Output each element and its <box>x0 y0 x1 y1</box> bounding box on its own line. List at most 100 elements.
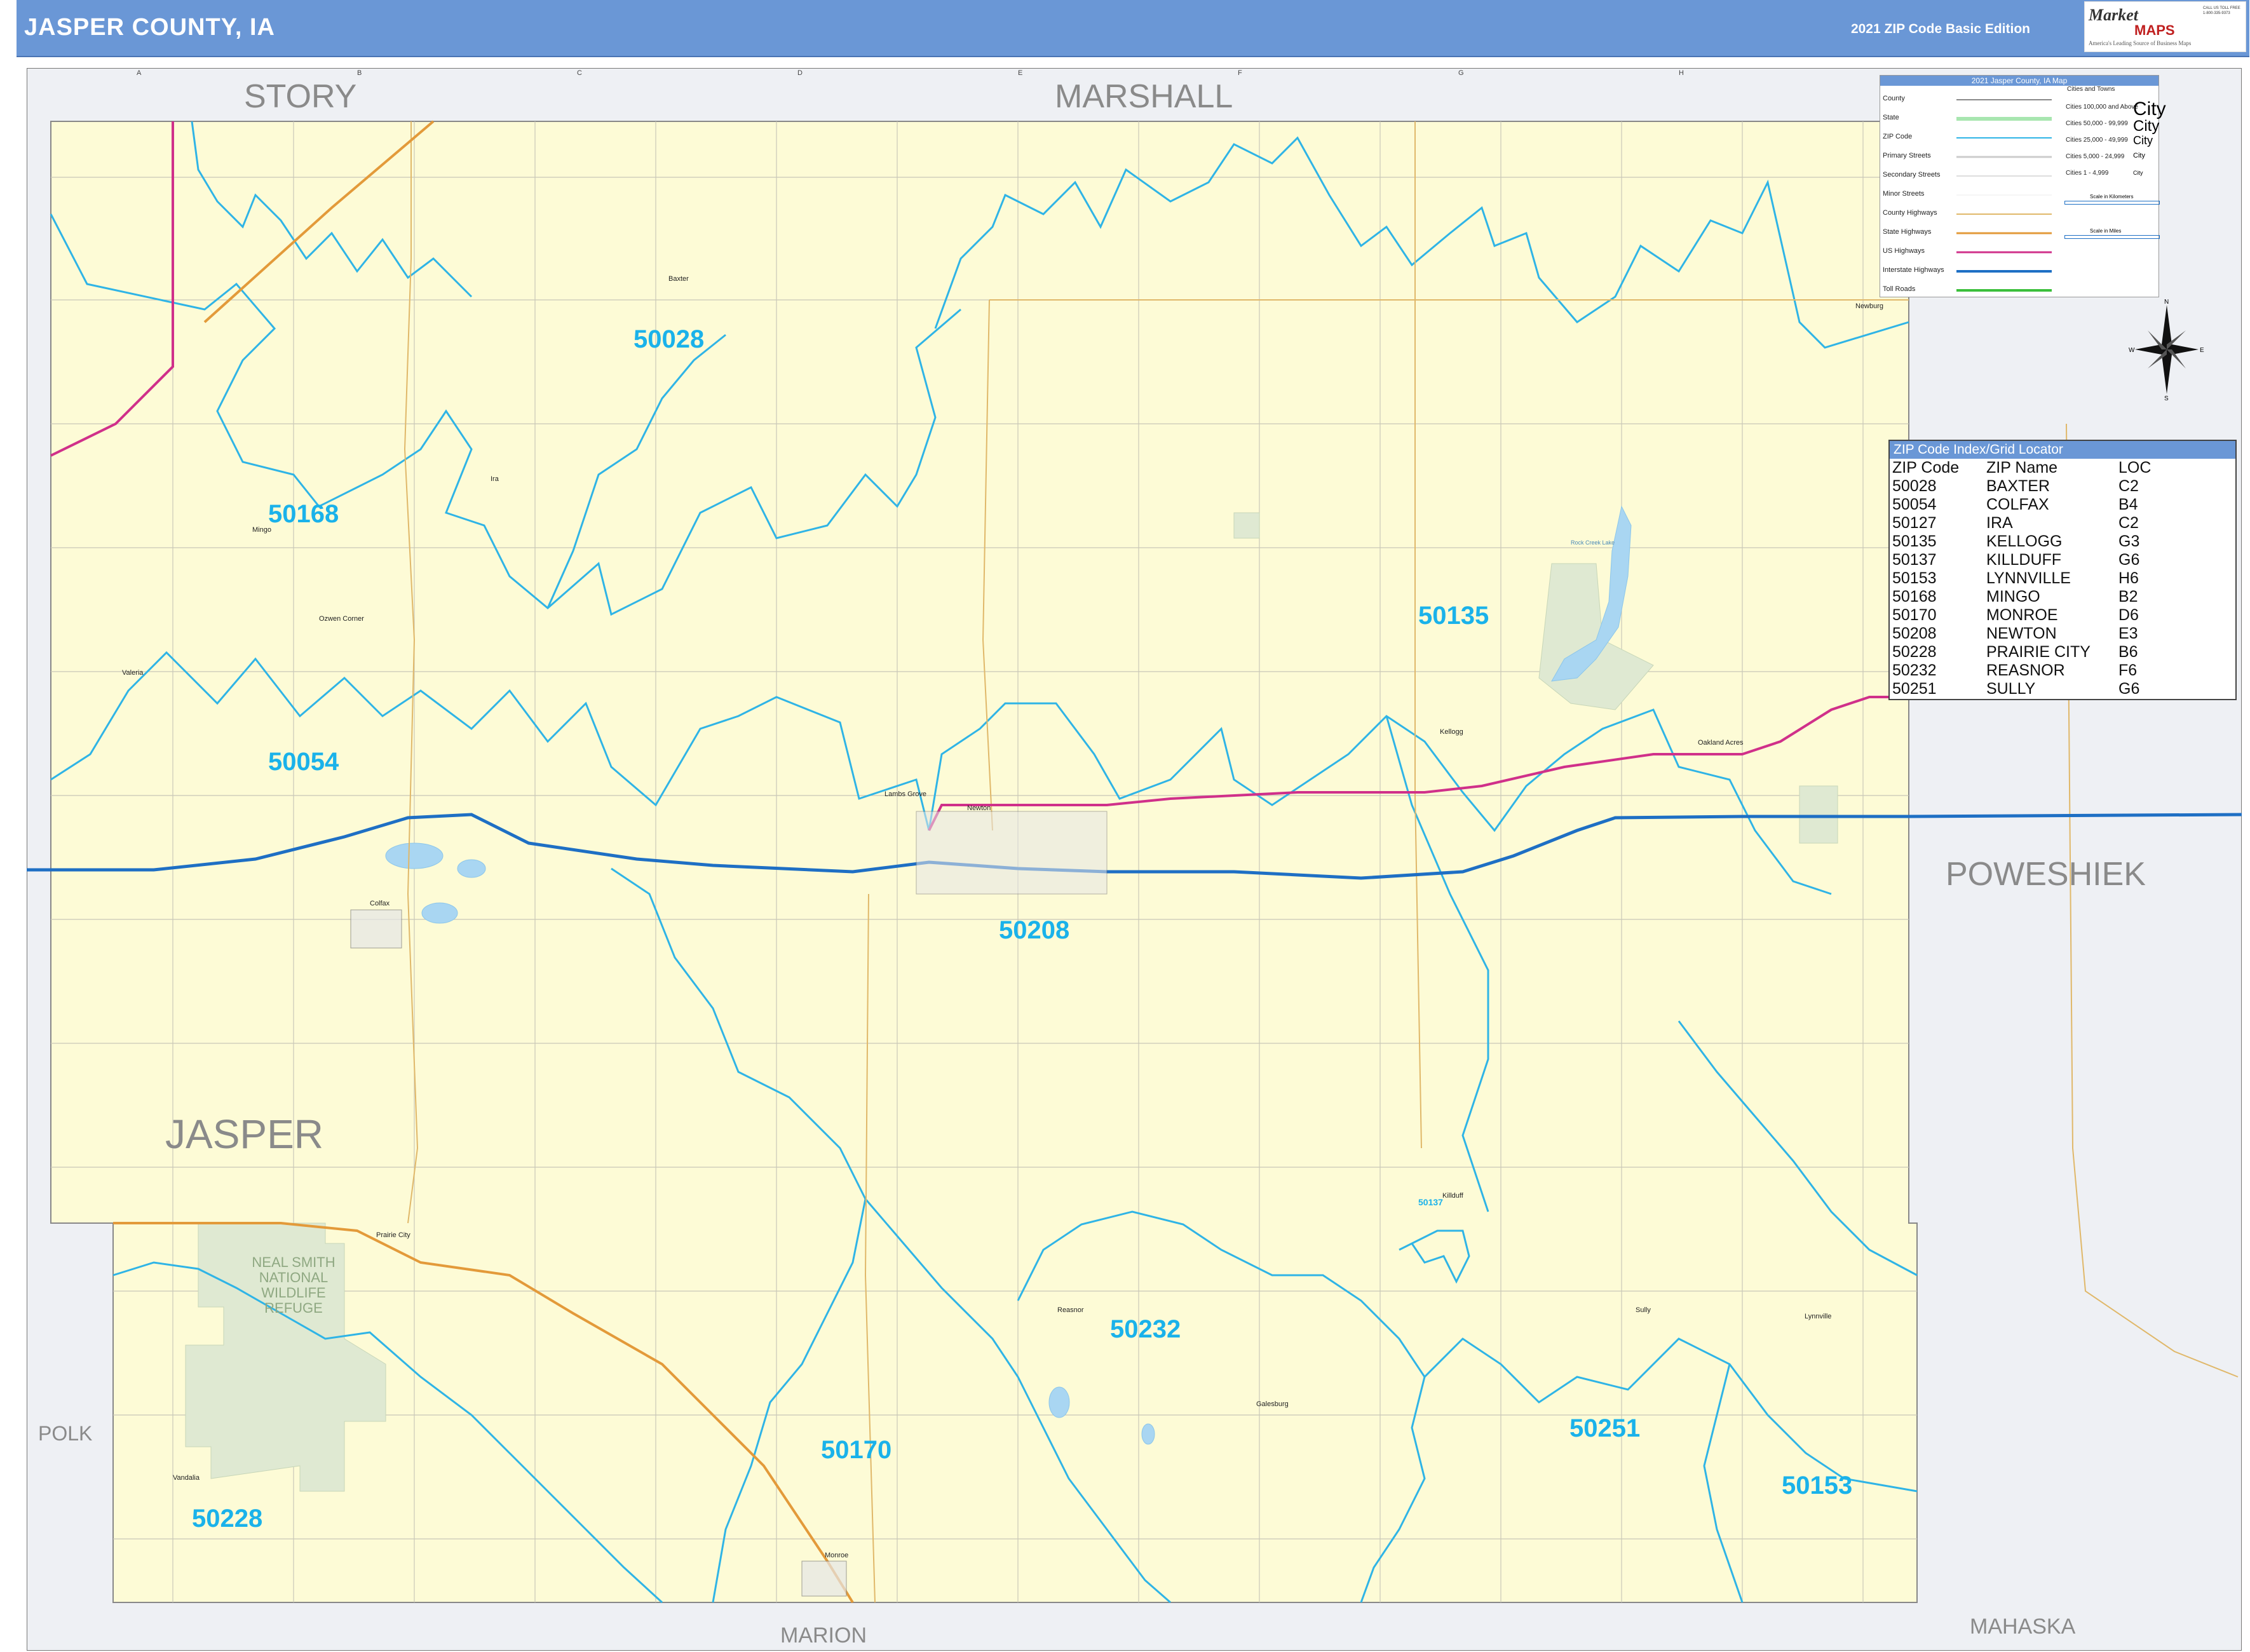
county-label-marshall: MARSHALL <box>1055 78 1233 115</box>
county-map[interactable]: A B C D E F G H 1 2 3 4 5 6 7 <box>27 68 2242 1651</box>
table-row: 50137 KILLDUFF G6 <box>1892 551 2156 569</box>
zip-loc-cell: G6 <box>2118 680 2140 698</box>
zip-cell: 50170 <box>1892 606 1937 624</box>
zip-name-cell: LYNNVILLE <box>1986 569 2071 587</box>
zip-index-title: ZIP Code Index/Grid Locator <box>1890 441 2235 459</box>
compass-s: S <box>2164 395 2169 400</box>
legend-scale-mi-bar <box>2064 235 2160 239</box>
zip-cell: 50228 <box>1892 643 1937 661</box>
legend-interstate-highways: Interstate Highways <box>1883 266 1944 274</box>
zip-cell: 50251 <box>1892 680 1937 698</box>
zip-loc-cell: D6 <box>2118 606 2139 624</box>
zip-cell: 50127 <box>1892 514 1937 532</box>
table-row: 50208 NEWTON E3 <box>1892 625 2156 643</box>
legend-city-tier-2: Cities 50,000 - 99,999 <box>2066 120 2128 127</box>
zip-index-header-row: ZIP Code ZIP Name LOC <box>1892 459 2156 477</box>
legend-state: State <box>1883 114 1899 121</box>
zip-cell: 50137 <box>1892 551 1937 569</box>
zip-label-50168: 50168 <box>268 500 339 528</box>
table-row: 50135 KELLOGG G3 <box>1892 532 2156 551</box>
place-vandalia: Vandalia <box>173 1474 200 1482</box>
zip-index-col-loc: LOC <box>2118 459 2152 477</box>
place-galesburg: Galesburg <box>1256 1400 1289 1408</box>
legend-scale-km-bar <box>2064 201 2160 205</box>
logo-contact: CALL US TOLL FREE 1-800-335-9373 <box>2203 6 2240 15</box>
compass-w: W <box>2129 347 2135 354</box>
zip-label-50208: 50208 <box>999 916 1069 944</box>
legend-city-tier-5: Cities 1 - 4,999 <box>2066 170 2109 177</box>
refuge-label: NEAL SMITH NATIONAL WILDLIFE REFUGE <box>252 1255 335 1316</box>
zip-loc-cell: C2 <box>2118 477 2139 495</box>
legend-toll-roads: Toll Roads <box>1883 285 1916 293</box>
place-colfax: Colfax <box>370 900 390 907</box>
county-label-marion: MARION <box>780 1623 867 1648</box>
place-newburg: Newburg <box>1855 302 1883 310</box>
county-label-mahaska: MAHASKA <box>1970 1615 2076 1639</box>
legend-line-swatches <box>1956 99 2052 292</box>
zip-name-cell: IRA <box>1986 514 2013 532</box>
zip-label-50170: 50170 <box>821 1436 891 1464</box>
zip-loc-cell: B6 <box>2118 643 2138 661</box>
zip-label-50251: 50251 <box>1569 1414 1640 1442</box>
map-header: JASPER COUNTY, IA 2021 ZIP Code Basic Ed… <box>17 0 2249 57</box>
zip-loc-cell: H6 <box>2118 569 2139 587</box>
map-legend: 2021 Jasper County, IA Map County State … <box>1880 75 2166 297</box>
zip-label-50153: 50153 <box>1782 1472 1852 1500</box>
place-mingo: Mingo <box>252 526 271 534</box>
place-prairie-city: Prairie City <box>376 1231 410 1239</box>
compass-rose-icon: N S W E <box>2129 299 2204 400</box>
place-rock-creek-lake: Rock Creek Lake <box>1571 539 1615 546</box>
place-oakland-acres: Oakland Acres <box>1698 739 1744 747</box>
table-row: 50127 IRA C2 <box>1892 514 2156 532</box>
grid-col-g: G <box>1458 69 1464 77</box>
zip-cell: 50208 <box>1892 625 1937 642</box>
legend-scale-mi: Scale in Miles <box>2090 228 2122 234</box>
place-ozwen-corner: Ozwen Corner <box>319 615 364 623</box>
place-killduff: Killduff <box>1442 1192 1464 1200</box>
legend-county: County <box>1883 95 1905 102</box>
legend-primary-streets: Primary Streets <box>1883 152 1931 159</box>
place-sully: Sully <box>1636 1306 1651 1314</box>
zip-loc-cell: C2 <box>2118 514 2139 532</box>
legend-us-highways: US Highways <box>1883 247 1925 255</box>
zip-loc-cell: B2 <box>2118 588 2138 606</box>
zip-name-cell: SULLY <box>1986 680 2036 698</box>
table-row: 50170 MONROE D6 <box>1892 606 2156 625</box>
place-valeria: Valeria <box>122 669 144 677</box>
legend-title: 2021 Jasper County, IA Map <box>1880 76 2159 86</box>
legend-cities-heading: Cities and Towns <box>2067 86 2115 93</box>
logo-brand-a: Market <box>2089 6 2138 24</box>
county-label-story: STORY <box>244 78 356 115</box>
zip-code-index: ZIP Code Index/Grid Locator ZIP Code ZIP… <box>1888 440 2237 700</box>
legend-city-tier-1: Cities 100,000 and Above <box>2066 104 2138 111</box>
grid-col-b: B <box>357 69 362 77</box>
refuge-label-box: NEAL SMITH NATIONAL WILDLIFE REFUGE <box>252 1255 335 1316</box>
zip-loc-cell: E3 <box>2118 625 2138 642</box>
zip-label-50135: 50135 <box>1418 602 1489 630</box>
zip-name-cell: NEWTON <box>1986 625 2057 642</box>
zip-name-cell: PRAIRIE CITY <box>1986 643 2091 661</box>
place-reasnor: Reasnor <box>1057 1306 1084 1314</box>
place-newton: Newton <box>967 804 991 812</box>
map-title: JASPER COUNTY, IA <box>24 14 275 41</box>
legend-scale-km: Scale in Kilometers <box>2090 194 2134 200</box>
market-maps-logo[interactable]: Market MAPS America's Leading Source of … <box>2084 1 2246 52</box>
table-row: 50228 PRAIRIE CITY B6 <box>1892 643 2156 661</box>
legend-city-tier-3: Cities 25,000 - 49,999 <box>2066 137 2128 144</box>
zip-name-cell: KELLOGG <box>1986 532 2063 550</box>
zip-cell: 50153 <box>1892 569 1937 587</box>
logo-brand-b: MAPS <box>2134 22 2175 38</box>
table-row: 50153 LYNNVILLE H6 <box>1892 569 2156 588</box>
zip-cell: 50232 <box>1892 661 1937 679</box>
grid-col-c: C <box>577 69 582 77</box>
grid-col-e: E <box>1018 69 1022 77</box>
legend-zip-code: ZIP Code <box>1883 133 1913 140</box>
legend-city-sample-5: City <box>2133 170 2143 176</box>
place-lynnville: Lynnville <box>1805 1313 1831 1320</box>
place-baxter: Baxter <box>668 275 689 283</box>
zip-label-50028: 50028 <box>634 325 704 353</box>
zip-loc-cell: B4 <box>2118 496 2138 513</box>
legend-county-highways: County Highways <box>1883 209 1937 217</box>
legend-city-tier-4: Cities 5,000 - 24,999 <box>2066 153 2125 160</box>
county-label-polk: POLK <box>38 1422 92 1445</box>
